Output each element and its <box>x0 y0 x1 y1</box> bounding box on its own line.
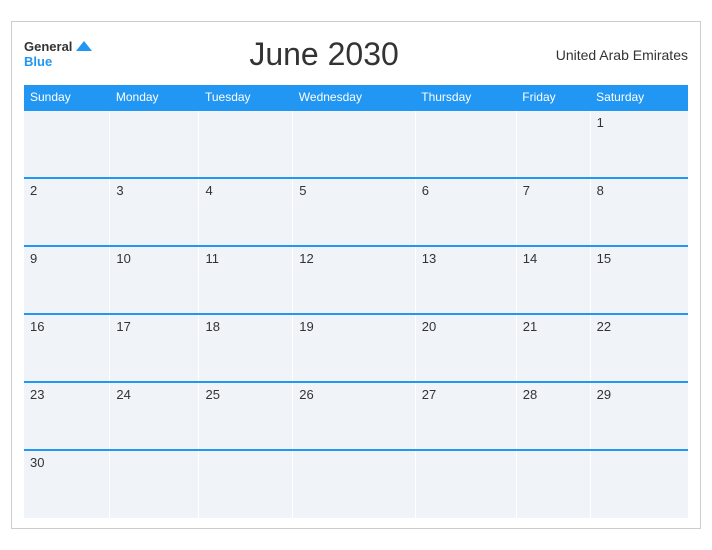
calendar-day-cell <box>199 450 293 518</box>
calendar-day-cell: 30 <box>24 450 110 518</box>
day-number: 9 <box>30 251 37 266</box>
day-number: 12 <box>299 251 313 266</box>
calendar-day-cell: 27 <box>415 382 516 450</box>
day-number: 17 <box>116 319 130 334</box>
calendar-day-cell <box>24 110 110 178</box>
day-number: 2 <box>30 183 37 198</box>
day-number: 16 <box>30 319 44 334</box>
calendar-day-cell: 4 <box>199 178 293 246</box>
calendar-container: General Blue June 2030 United Arab Emira… <box>11 21 701 529</box>
calendar-day-cell: 5 <box>293 178 415 246</box>
day-number: 26 <box>299 387 313 402</box>
calendar-week-row: 9 10 11 12 13 14 15 <box>24 246 688 314</box>
calendar-day-cell <box>415 110 516 178</box>
calendar-week-row: 30 <box>24 450 688 518</box>
calendar-day-cell <box>293 450 415 518</box>
calendar-day-cell: 1 <box>590 110 688 178</box>
calendar-day-cell: 7 <box>516 178 590 246</box>
logo-triangle-icon <box>76 41 92 51</box>
calendar-day-cell: 11 <box>199 246 293 314</box>
calendar-day-cell: 6 <box>415 178 516 246</box>
calendar-day-cell <box>110 450 199 518</box>
calendar-grid: Sunday Monday Tuesday Wednesday Thursday… <box>24 85 688 518</box>
day-number: 8 <box>597 183 604 198</box>
calendar-day-cell: 22 <box>590 314 688 382</box>
calendar-day-cell <box>415 450 516 518</box>
day-number: 4 <box>205 183 212 198</box>
calendar-day-cell: 21 <box>516 314 590 382</box>
calendar-day-cell: 19 <box>293 314 415 382</box>
calendar-day-cell <box>199 110 293 178</box>
day-number: 3 <box>116 183 123 198</box>
calendar-day-cell: 16 <box>24 314 110 382</box>
day-number: 21 <box>523 319 537 334</box>
calendar-day-cell <box>516 450 590 518</box>
calendar-day-cell: 9 <box>24 246 110 314</box>
calendar-day-cell: 24 <box>110 382 199 450</box>
header-sunday: Sunday <box>24 85 110 110</box>
day-number: 29 <box>597 387 611 402</box>
header-wednesday: Wednesday <box>293 85 415 110</box>
calendar-day-cell: 29 <box>590 382 688 450</box>
calendar-day-cell: 12 <box>293 246 415 314</box>
logo-blue-text: Blue <box>24 55 52 69</box>
day-number: 14 <box>523 251 537 266</box>
day-number: 13 <box>422 251 436 266</box>
calendar-header: General Blue June 2030 United Arab Emira… <box>24 32 688 77</box>
header-monday: Monday <box>110 85 199 110</box>
day-number: 10 <box>116 251 130 266</box>
header-thursday: Thursday <box>415 85 516 110</box>
day-number: 20 <box>422 319 436 334</box>
day-number: 27 <box>422 387 436 402</box>
day-number: 28 <box>523 387 537 402</box>
day-number: 22 <box>597 319 611 334</box>
day-number: 11 <box>205 251 219 266</box>
calendar-day-cell: 3 <box>110 178 199 246</box>
calendar-week-row: 16 17 18 19 20 21 22 <box>24 314 688 382</box>
day-number: 30 <box>30 455 44 470</box>
calendar-day-cell: 20 <box>415 314 516 382</box>
day-number: 1 <box>597 115 604 130</box>
day-number: 19 <box>299 319 313 334</box>
calendar-day-cell: 10 <box>110 246 199 314</box>
logo: General Blue <box>24 40 92 69</box>
weekday-header-row: Sunday Monday Tuesday Wednesday Thursday… <box>24 85 688 110</box>
header-tuesday: Tuesday <box>199 85 293 110</box>
header-friday: Friday <box>516 85 590 110</box>
calendar-day-cell: 15 <box>590 246 688 314</box>
header-saturday: Saturday <box>590 85 688 110</box>
calendar-day-cell <box>293 110 415 178</box>
calendar-day-cell: 13 <box>415 246 516 314</box>
logo-general-text: General <box>24 40 72 54</box>
day-number: 23 <box>30 387 44 402</box>
day-number: 18 <box>205 319 219 334</box>
calendar-day-cell: 23 <box>24 382 110 450</box>
day-number: 15 <box>597 251 611 266</box>
calendar-day-cell: 2 <box>24 178 110 246</box>
calendar-day-cell <box>516 110 590 178</box>
calendar-week-row: 1 <box>24 110 688 178</box>
month-title: June 2030 <box>249 36 398 73</box>
calendar-day-cell <box>110 110 199 178</box>
calendar-day-cell: 18 <box>199 314 293 382</box>
day-number: 6 <box>422 183 429 198</box>
calendar-day-cell: 28 <box>516 382 590 450</box>
day-number: 24 <box>116 387 130 402</box>
calendar-day-cell: 17 <box>110 314 199 382</box>
region-label: United Arab Emirates <box>556 47 688 63</box>
calendar-week-row: 2 3 4 5 6 7 8 <box>24 178 688 246</box>
calendar-day-cell: 26 <box>293 382 415 450</box>
calendar-day-cell: 8 <box>590 178 688 246</box>
calendar-body: 1234567891011121314151617181920212223242… <box>24 110 688 518</box>
day-number: 7 <box>523 183 530 198</box>
calendar-day-cell: 25 <box>199 382 293 450</box>
day-number: 5 <box>299 183 306 198</box>
calendar-week-row: 23 24 25 26 27 28 29 <box>24 382 688 450</box>
day-number: 25 <box>205 387 219 402</box>
calendar-day-cell: 14 <box>516 246 590 314</box>
calendar-day-cell <box>590 450 688 518</box>
